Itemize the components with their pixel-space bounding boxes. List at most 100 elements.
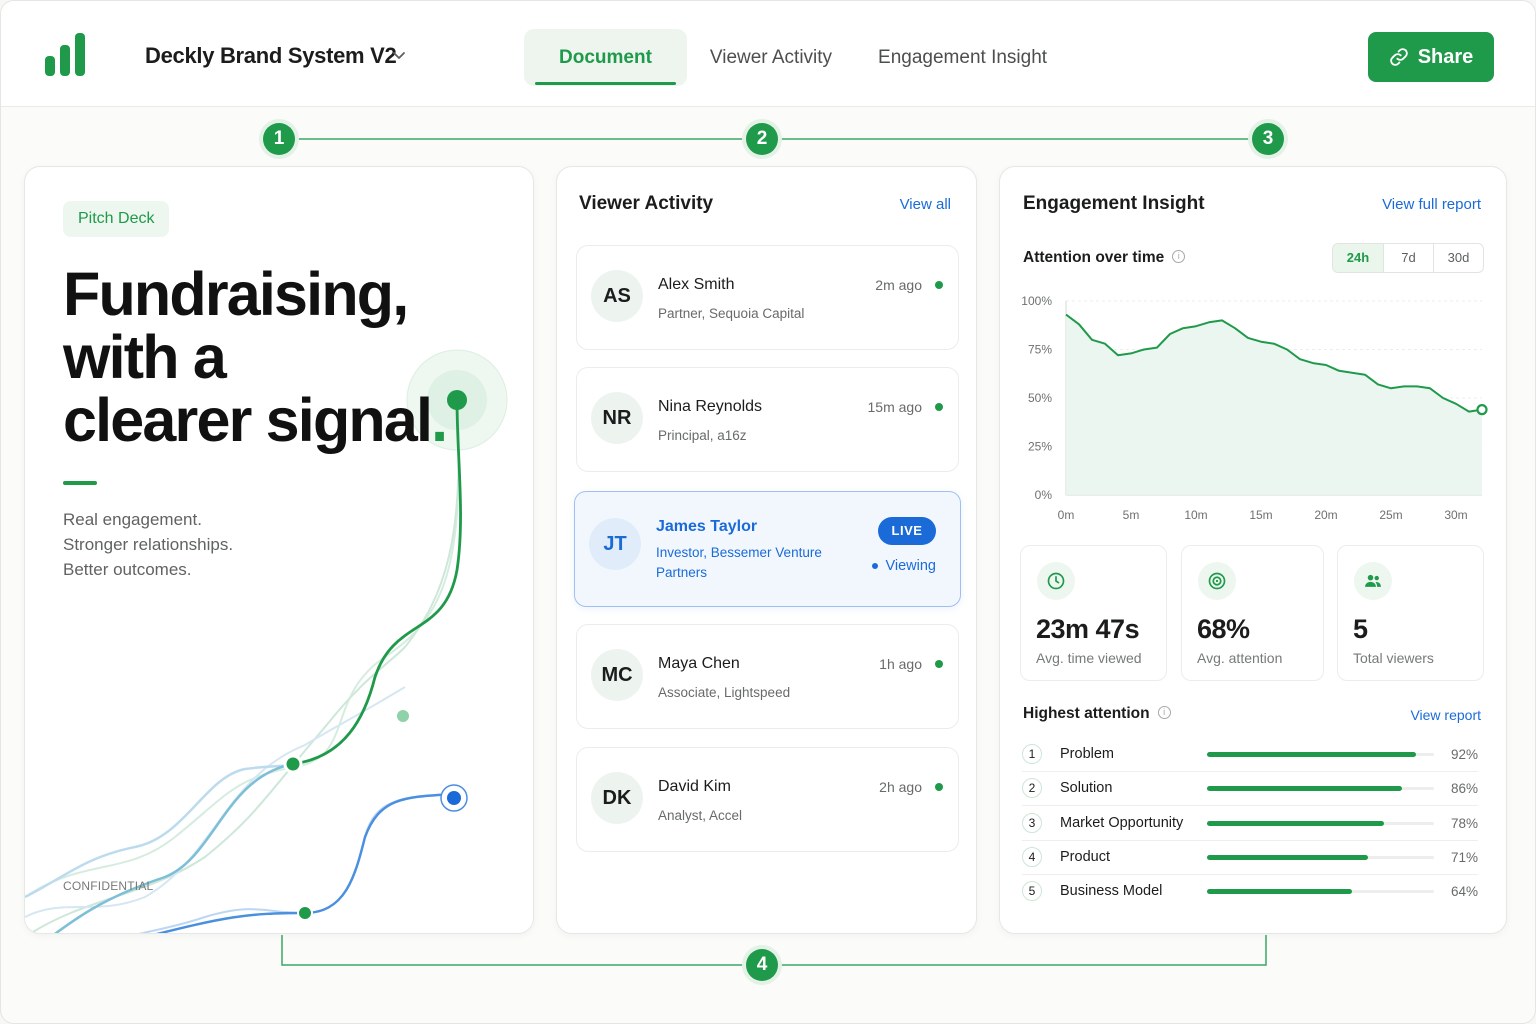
engagement-insight-title: Engagement Insight <box>1023 193 1205 214</box>
attention-bar-track <box>1207 786 1434 792</box>
document-title[interactable]: Deckly Brand System V2 <box>145 43 397 69</box>
metric-label: Total viewers <box>1353 650 1434 666</box>
metric-value: 68% <box>1197 614 1250 644</box>
info-icon[interactable] <box>1157 706 1171 720</box>
x-tick-label: 5m <box>1123 508 1140 522</box>
range-30d[interactable]: 30d <box>1433 244 1483 272</box>
range-7d[interactable]: 7d <box>1383 244 1433 272</box>
y-tick-label: 25% <box>1028 440 1052 454</box>
attention-row[interactable]: 2 Solution 86% <box>1022 772 1478 807</box>
viewer-name: David Kim <box>658 778 731 795</box>
y-tick-label: 75% <box>1028 343 1052 357</box>
y-tick-label: 100% <box>1021 294 1052 308</box>
step-marker-4: 4 <box>746 949 778 981</box>
viewer-row[interactable]: NR Nina Reynolds Principal, a16z 15m ago <box>576 367 959 472</box>
viewer-role: Associate, Lightspeed <box>658 685 791 700</box>
view-report-link[interactable]: View report <box>1410 707 1481 723</box>
live-badge: LIVE <box>878 517 936 545</box>
tagline-line: Real engagement. <box>63 510 202 529</box>
target-icon <box>1198 562 1236 600</box>
avatar: AS <box>591 270 643 322</box>
deckly-logo-icon[interactable] <box>45 33 85 76</box>
attention-over-time-heading: Attention over time <box>1023 249 1186 267</box>
view-full-report-link[interactable]: View full report <box>1382 196 1481 213</box>
deck-type-badge: Pitch Deck <box>63 201 170 237</box>
attention-bar-fill <box>1207 786 1403 792</box>
viewer-time: 15m ago <box>867 399 922 415</box>
range-24h[interactable]: 24h <box>1333 244 1383 272</box>
y-tick-label: 0% <box>1035 488 1053 502</box>
tab-document[interactable]: Document <box>524 29 687 86</box>
attention-bar-track <box>1207 854 1434 860</box>
attention-bar-track <box>1207 889 1434 895</box>
viewer-time: 2m ago <box>875 277 922 293</box>
tab-viewer-activity[interactable]: Viewer Activity <box>687 29 855 86</box>
accent-divider <box>63 481 97 485</box>
viewer-activity-title: Viewer Activity <box>579 193 714 214</box>
viewer-row-live[interactable]: JT James Taylor Investor, Bessemer Ventu… <box>574 491 961 607</box>
headline-line-3: clearer signal. <box>63 386 448 454</box>
x-tick-label: 25m <box>1379 508 1402 522</box>
avatar: NR <box>591 392 643 444</box>
info-icon[interactable] <box>1172 250 1186 264</box>
app-window: Deckly Brand System V2 Document Viewer A… <box>0 0 1536 1024</box>
attention-percent: 78% <box>1450 815 1478 831</box>
attention-bar-track <box>1207 820 1434 826</box>
attention-row[interactable]: 1 Problem 92% <box>1022 738 1478 772</box>
avatar: DK <box>591 772 643 824</box>
section-name: Market Opportunity <box>1060 814 1184 831</box>
online-dot-icon <box>935 281 943 289</box>
step-marker-1: 1 <box>263 123 295 155</box>
section-name: Problem <box>1060 746 1114 762</box>
x-tick-label: 10m <box>1184 508 1207 522</box>
attention-chart: 0% 25% 50% 75% 100% 0m 5m 10m 15m 20m 25m 30m <box>1021 294 1488 522</box>
step-marker-2: 2 <box>746 123 778 155</box>
deck-tagline: Real engagement. Stronger relationships.… <box>63 507 233 582</box>
viewer-role: Principal, a16z <box>658 428 747 443</box>
metric-label: Avg. attention <box>1197 650 1283 666</box>
highest-attention-label: Highest attention <box>1023 705 1150 722</box>
chevron-down-icon[interactable] <box>391 47 407 63</box>
viewer-role: Investor, Bessemer Venture Partners <box>656 545 822 580</box>
metric-label: Avg. time viewed <box>1036 650 1142 666</box>
headline-line-2: with a <box>63 323 227 391</box>
online-dot-icon <box>935 660 943 668</box>
share-button[interactable]: Share <box>1368 32 1494 82</box>
deck-headline: Fundraising, with a clearer signal. <box>63 260 448 454</box>
deck-cover-card[interactable]: Pitch Deck Fundraising, with a clearer s… <box>24 166 534 934</box>
section-name: Product <box>1060 848 1110 865</box>
headline-line-1: Fundraising, <box>63 260 409 328</box>
attention-row[interactable]: 3 Market Opportunity 78% <box>1022 807 1478 841</box>
x-tick-label: 20m <box>1314 508 1337 522</box>
headline-accent-dot: . <box>431 386 448 454</box>
viewing-status: Viewing <box>872 558 936 574</box>
attention-bar-fill <box>1207 854 1369 860</box>
top-bar: Deckly Brand System V2 Document Viewer A… <box>1 1 1535 107</box>
attention-bar-fill <box>1207 820 1385 826</box>
headline-line-3-text: clearer signal <box>63 386 433 454</box>
metric-card-time: 23m 47s Avg. time viewed <box>1020 545 1167 681</box>
attention-row[interactable]: 5 Business Model 64% <box>1022 875 1478 909</box>
tab-engagement-insight[interactable]: Engagement Insight <box>855 29 1070 86</box>
highest-attention-heading: Highest attention <box>1023 705 1171 723</box>
viewer-name: James Taylor <box>656 518 758 535</box>
rank-badge: 3 <box>1022 812 1042 833</box>
viewer-row[interactable]: DK David Kim Analyst, Accel 2h ago <box>576 747 959 852</box>
viewer-row[interactable]: MC Maya Chen Associate, Lightspeed 1h ag… <box>576 624 959 729</box>
metric-card-viewers: 5 Total viewers <box>1337 545 1484 681</box>
viewer-role: Partner, Sequoia Capital <box>658 306 805 321</box>
attention-percent: 64% <box>1450 884 1478 900</box>
viewer-time: 2h ago <box>879 779 922 795</box>
attention-row[interactable]: 4 Product 71% <box>1022 841 1478 875</box>
tagline-line: Stronger relationships. <box>63 535 234 554</box>
confidential-label: CONFIDENTIAL <box>63 879 154 893</box>
rank-badge: 2 <box>1022 778 1042 799</box>
tagline-line: Better outcomes. <box>63 560 192 579</box>
avatar: MC <box>591 649 643 701</box>
x-tick-label: 0m <box>1058 508 1075 522</box>
view-tabs: Document Viewer Activity Engagement Insi… <box>524 29 1070 86</box>
viewer-time: 1h ago <box>879 656 922 672</box>
viewer-row[interactable]: AS Alex Smith Partner, Sequoia Capital 2… <box>576 245 959 350</box>
time-range-selector: 24h 7d 30d <box>1332 243 1484 273</box>
view-all-link[interactable]: View all <box>900 196 951 213</box>
